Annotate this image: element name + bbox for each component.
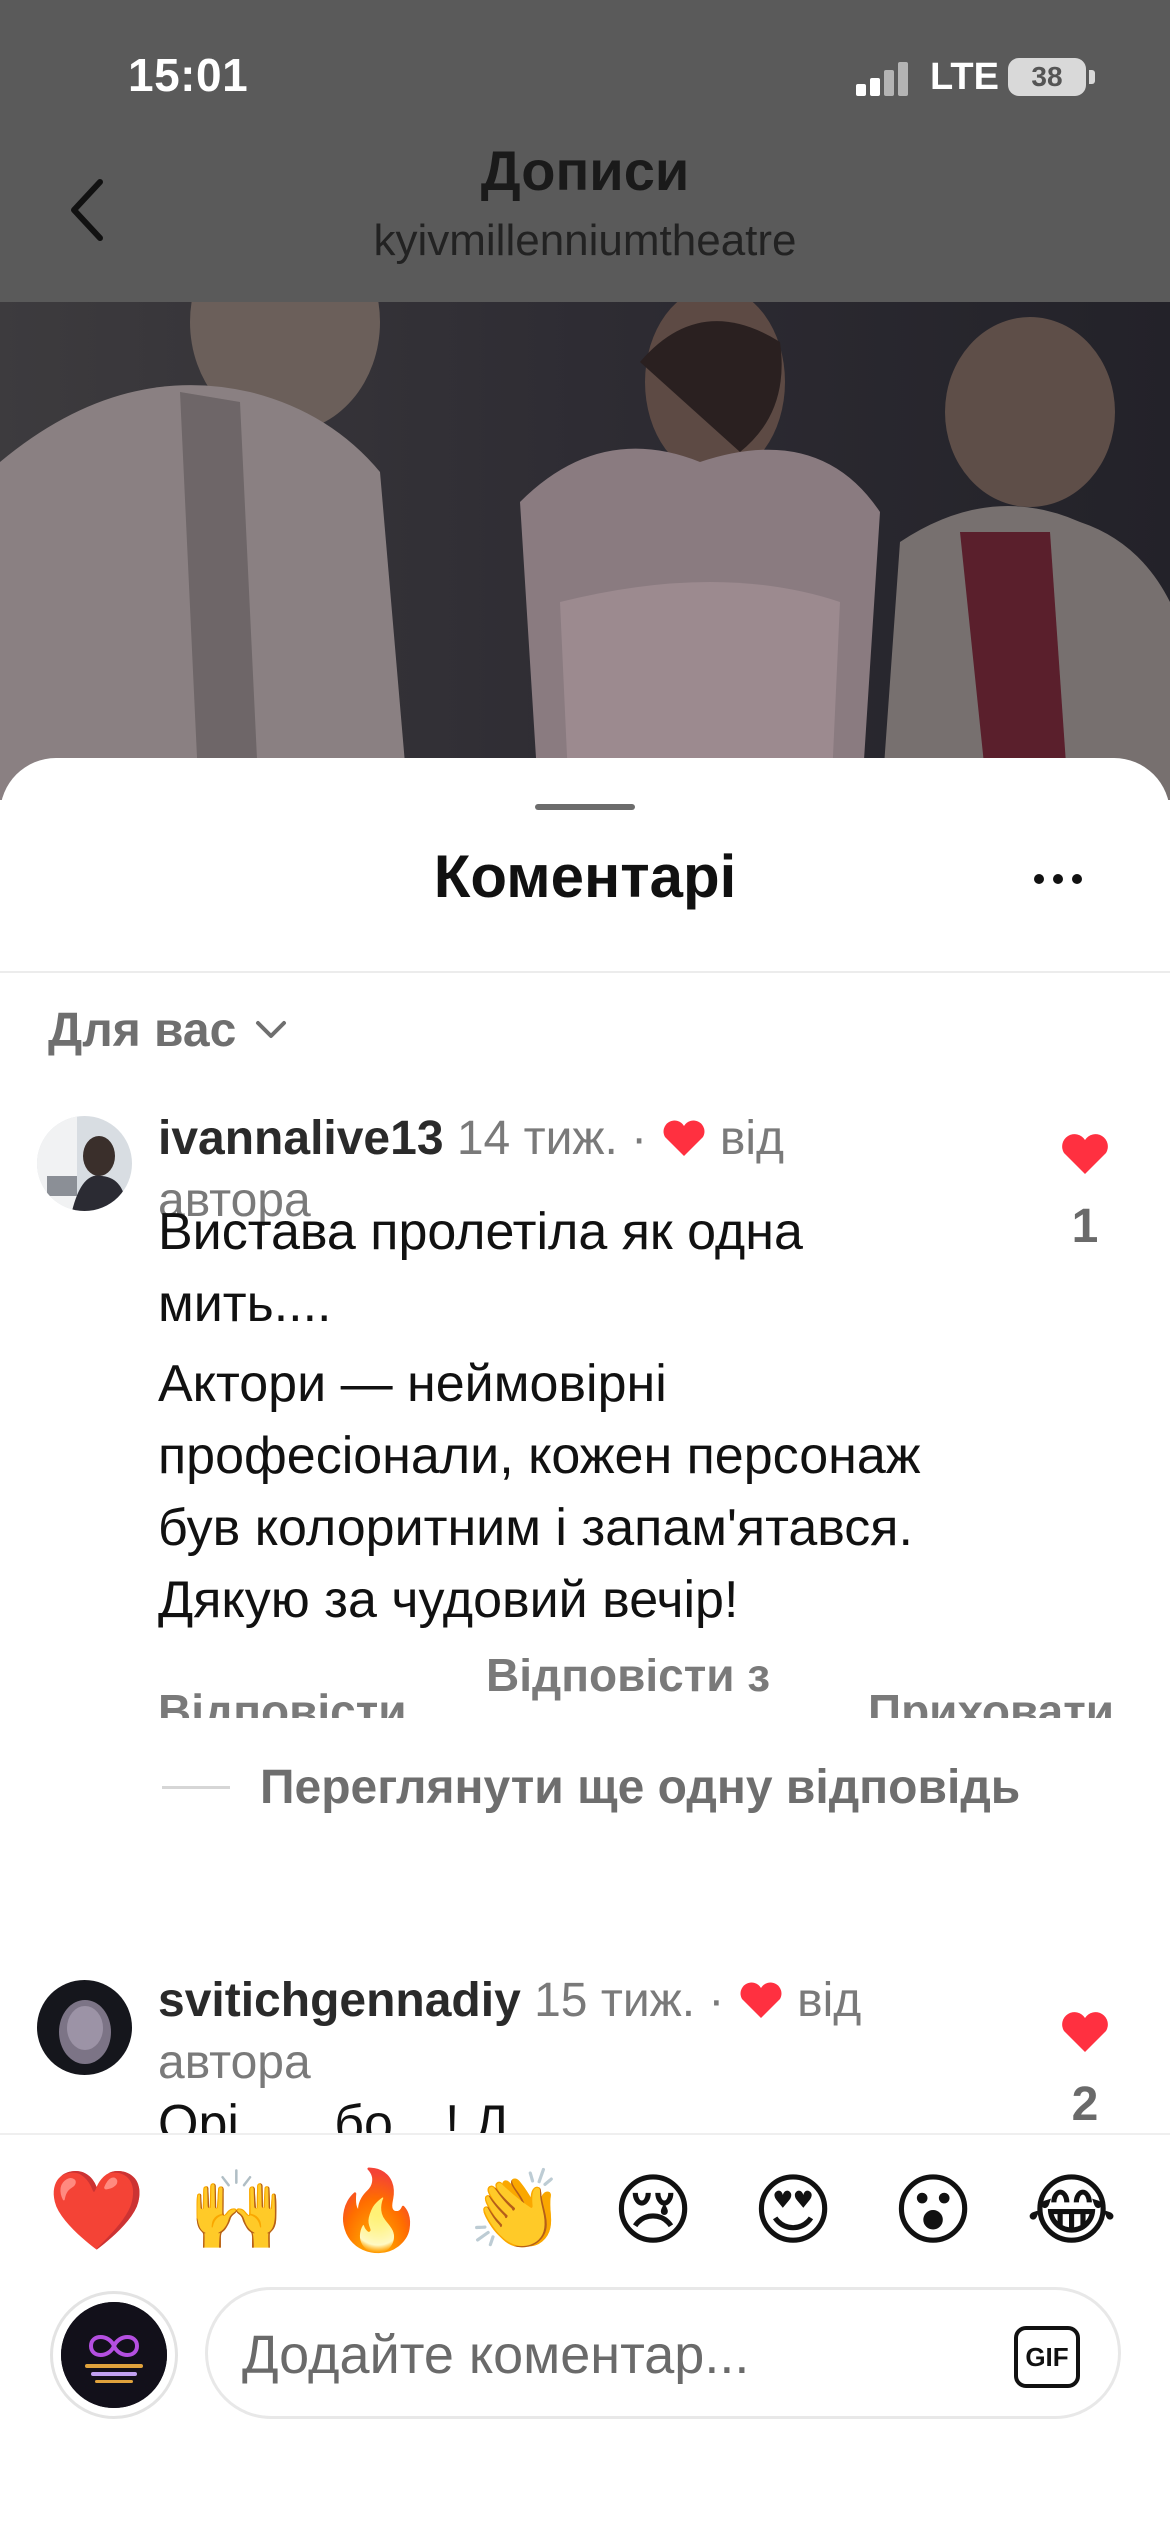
like-button[interactable]: 1 bbox=[1055, 1132, 1115, 1254]
emoji-laughing[interactable]: 😂 bbox=[1026, 2165, 1117, 2255]
more-options-icon[interactable] bbox=[1030, 858, 1086, 898]
divider bbox=[0, 971, 1170, 973]
post-photo bbox=[0, 302, 1170, 800]
battery-icon: 38 bbox=[1008, 58, 1086, 96]
status-time: 15:01 bbox=[128, 49, 249, 101]
reply-button[interactable]: Відповісти bbox=[158, 1684, 407, 1718]
theatre-logo bbox=[61, 2302, 167, 2408]
separator-dot: · bbox=[631, 1112, 648, 1165]
gif-icon[interactable]: GIF bbox=[1014, 2326, 1080, 2388]
liked-by-author-label: від bbox=[719, 1112, 785, 1165]
filter-label: Для вас bbox=[48, 1003, 237, 1057]
reply-with-button[interactable]: Відповісти з bbox=[486, 1658, 770, 1702]
comment-paragraph: Актори — неймовірні професіонали, кожен … bbox=[158, 1355, 921, 1629]
current-user-avatar[interactable] bbox=[50, 2291, 178, 2419]
emoji-crying[interactable]: 😢 bbox=[608, 2165, 698, 2255]
page-title: Дописи bbox=[480, 139, 690, 202]
comment-paragraph: Вистава пролетіла як одна мить.... bbox=[158, 1203, 803, 1333]
status-bar: 15:01 LTE 38 bbox=[0, 0, 1170, 140]
chevron-down-icon bbox=[254, 1018, 288, 1042]
comment-input[interactable] bbox=[242, 2320, 982, 2390]
comment-input-field[interactable]: GIF bbox=[205, 2287, 1121, 2419]
separator-dot: · bbox=[708, 1974, 725, 2027]
view-replies[interactable]: Переглянути ще одну відповідь bbox=[162, 1760, 1020, 1815]
cellular-signal-icon bbox=[856, 60, 916, 96]
nav-header: Дописи kyivmillenniumtheatre bbox=[0, 130, 1170, 300]
username[interactable]: ivannalive13 bbox=[158, 1112, 444, 1165]
view-replies-label: Переглянути ще одну відповідь bbox=[260, 1761, 1021, 1814]
comment-meta: svitichgennadiy 15 тиж. · від автора bbox=[158, 1970, 918, 2094]
post-background: 15:01 LTE 38 Дописи kyivmillenniumtheatr… bbox=[0, 0, 1170, 800]
page-subtitle[interactable]: kyivmillenniumtheatre bbox=[0, 216, 1170, 266]
liked-by-author-label: від bbox=[797, 1974, 862, 2027]
avatar[interactable] bbox=[37, 1980, 132, 2075]
battery-level: 38 bbox=[1031, 61, 1063, 92]
like-count: 1 bbox=[1071, 1200, 1099, 1253]
emoji-heart[interactable]: ❤️ bbox=[48, 2165, 145, 2255]
emoji-surprised[interactable]: 😮 bbox=[888, 2165, 978, 2255]
hide-button[interactable]: Приховати bbox=[868, 1684, 1114, 1718]
emoji-quick-reactions: ❤️ 🙌 🔥 👏 😢 😍 😮 😂 bbox=[0, 2133, 1170, 2263]
comment-text: Вистава пролетіла як одна мить.... Актор… bbox=[158, 1196, 978, 1644]
emoji-raised-hands[interactable]: 🙌 bbox=[188, 2165, 285, 2255]
emoji-fire[interactable]: 🔥 bbox=[328, 2165, 425, 2255]
divider bbox=[162, 1786, 230, 1789]
comment-actions: Відповісти Відповісти з Приховати bbox=[158, 1658, 1170, 1718]
sheet-drag-handle[interactable] bbox=[535, 804, 635, 810]
username[interactable]: svitichgennadiy bbox=[158, 1974, 521, 2027]
heart-icon bbox=[1062, 1134, 1108, 1174]
comment-time: 15 тиж. bbox=[534, 1974, 696, 2027]
liked-by-author-label-2: автора bbox=[158, 2036, 311, 2089]
battery-tip bbox=[1089, 70, 1095, 84]
network-type: LTE bbox=[930, 56, 999, 98]
emoji-heart-eyes[interactable]: 😍 bbox=[748, 2165, 838, 2255]
heart-icon bbox=[661, 1112, 707, 1156]
heart-icon bbox=[738, 1974, 784, 2018]
sheet-title: Коментарі bbox=[433, 843, 737, 910]
like-button[interactable]: 2 bbox=[1055, 2010, 1115, 2132]
like-count: 2 bbox=[1071, 2078, 1099, 2131]
heart-icon bbox=[1062, 2012, 1108, 2052]
avatar[interactable] bbox=[37, 1116, 132, 1211]
comment-composer: GIF bbox=[0, 2263, 1170, 2532]
emoji-clapping[interactable]: 👏 bbox=[468, 2165, 565, 2255]
comment-time: 14 тиж. bbox=[456, 1112, 618, 1165]
comments-filter[interactable]: Для вас bbox=[48, 1000, 288, 1060]
